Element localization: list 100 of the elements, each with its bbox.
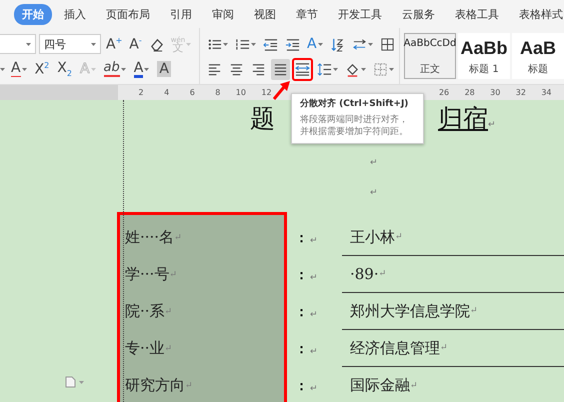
shrink-font-button[interactable]: A$^{-}$ [127,34,144,54]
paragraph-mark: ↵ [164,344,172,354]
caret-icon[interactable] [388,68,394,70]
increase-indent-icon [284,36,300,52]
justify-button[interactable] [270,58,290,80]
menu-tab[interactable]: 引用 [162,4,200,24]
menu-tab[interactable]: 表格样式 [511,4,564,24]
ruler-number: 8 [214,87,220,99]
menu-tab[interactable]: 视图 [246,4,284,24]
character-shading-button[interactable]: A [155,58,173,80]
align-center-icon [228,62,244,76]
caret-icon[interactable] [332,68,338,70]
paint-bucket-icon [344,62,360,76]
menu-tab[interactable]: 表格工具 [447,4,507,24]
caret-icon[interactable] [120,68,126,70]
ruler-number: 32 [514,87,526,99]
caret-icon[interactable] [26,42,31,46]
ruler-number: 12 [260,87,272,99]
menu-tab[interactable]: 章节 [288,4,326,24]
font-color-button[interactable]: A [132,58,152,80]
caret-icon[interactable] [318,42,323,46]
caret-icon[interactable] [0,68,5,70]
caret-icon[interactable] [144,68,150,70]
paragraph-mark: ↵ [310,347,318,357]
caret-icon[interactable] [91,42,96,46]
document-title: 题 [250,103,275,135]
field-value: ·89·↵ [342,256,564,293]
field-value: 郑州大学信息学院↵ [342,293,564,330]
ruler-number: 26 [438,87,450,99]
document-icon[interactable] [64,376,86,388]
annotation-arrow [273,81,291,100]
caret-icon[interactable] [250,42,256,46]
paragraph-mark: ↵ [370,188,378,198]
paragraph-mark: ↵ [169,270,177,280]
ruler-number: 6 [188,87,195,99]
table-icon [380,36,395,52]
paragraph-mark: ↵ [310,384,318,394]
ruler-number: 30 [489,87,500,99]
grow-font-button[interactable]: A$^{+}$ [104,34,124,54]
font-size-field[interactable]: 四号 [39,34,101,54]
paragraph-mark: ↵ [174,232,182,242]
tooltip-title: 分散对齐 (Ctrl+Shift+J) [300,99,410,110]
document-title: 归宿 [438,103,488,135]
caret-icon[interactable] [222,42,228,46]
field-value: 王小林↵ [342,219,564,256]
highlight-button[interactable]: ab [102,58,128,80]
style-preset[interactable]: AaBbCcDd 正文 [404,33,456,79]
colon: ： [295,340,309,358]
style-preset[interactable]: AaB 标题 [512,33,564,79]
paragraph-mark: ↵ [164,306,172,316]
subscript-button[interactable]: X$_{2}$ [55,58,74,80]
numbered-list-icon [234,36,250,52]
field-label: 姓····名 [125,228,174,247]
line-break-icon [352,36,367,52]
menu-tab[interactable]: 云服务 [394,4,443,24]
ruler-number: 10 [234,87,246,99]
caret-icon[interactable] [360,68,366,70]
character-scale-button[interactable]: A [304,34,325,54]
paragraph-mark: ↵ [488,120,496,130]
distribute-icon [294,62,310,76]
field-label: 学···号 [125,265,170,284]
bulleted-list-icon [206,36,222,52]
ruler-number: 28 [464,87,475,99]
style-preset[interactable]: AaBb 标题 1 [458,33,510,79]
sort-icon [330,36,345,52]
ruler-number: 34 [540,87,552,99]
strikethrough-button[interactable]: A [9,58,29,80]
field-value: 国际金融↵ [349,375,419,396]
paragraph-mark: ↵ [310,273,318,283]
border-grid-icon [372,62,388,76]
colon: ： [295,304,309,320]
field-label: 院··系 [125,302,165,321]
eraser-icon [148,36,164,52]
distribute-button[interactable] [292,58,312,80]
superscript-button[interactable]: X$^{2}$ [32,58,52,80]
paragraph-mark: ↵ [370,158,378,168]
justify-icon [272,62,288,76]
field-label: 研究方向 [125,376,185,395]
align-right-icon [250,62,266,76]
paragraph-mark: ↵ [310,236,318,246]
paragraph-mark: ↵ [310,310,318,320]
menu-tab[interactable]: 开发工具 [330,4,390,24]
decrease-indent-icon [262,36,278,52]
font-name-field[interactable] [0,34,36,54]
colon: ： [295,230,309,246]
caret-icon[interactable] [368,42,373,46]
caret-icon[interactable] [22,68,27,70]
align-left-icon [206,62,222,76]
menu-tab[interactable]: 插入 [56,4,94,24]
menu-tab[interactable]: 审阅 [204,4,242,24]
colon: ： [295,266,309,284]
ruler-number: 2 [138,87,144,99]
colon: ： [295,378,309,394]
ruler-number: 4 [163,87,170,99]
line-spacing-icon [316,62,332,76]
tooltip-text: 将段落两端同时进行对齐，并根据需要增加字符间距。 [300,114,409,138]
menu-tab[interactable]: 页面布局 [98,4,158,24]
field-value: 经济信息管理↵ [342,330,564,367]
field-label: 专··业 [125,339,165,358]
paragraph-mark: ↵ [185,380,193,390]
